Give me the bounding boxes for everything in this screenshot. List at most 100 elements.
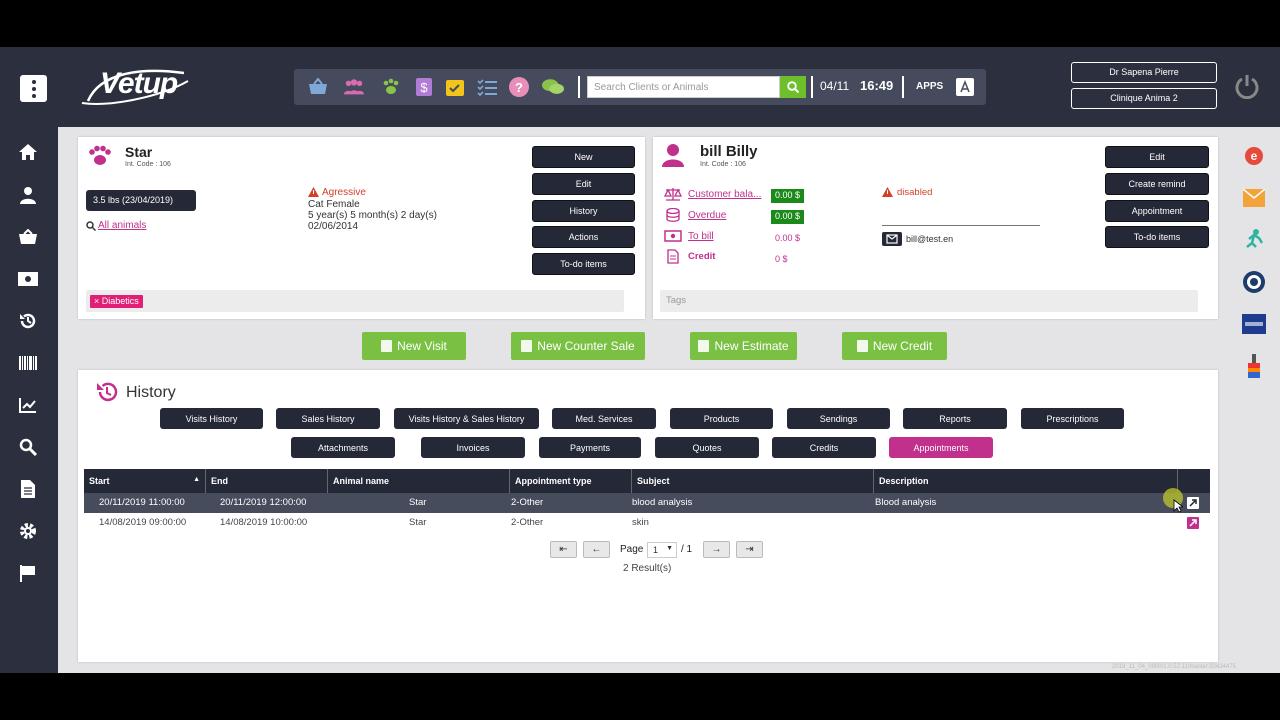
- flag-icon[interactable]: [18, 563, 38, 583]
- tab-quotes[interactable]: Quotes: [655, 437, 759, 458]
- apps-label[interactable]: APPS: [916, 81, 943, 92]
- calendar-icon[interactable]: [444, 76, 466, 98]
- tab-appointments[interactable]: Appointments: [889, 437, 993, 458]
- new-animal-button[interactable]: New: [532, 146, 635, 168]
- top-bar: Vetup $ ? Search Clients or Animals 04/1…: [0, 47, 1280, 127]
- first-page-icon[interactable]: ⇤: [550, 541, 577, 558]
- clinic-name-button[interactable]: Clinique Anima 2: [1071, 88, 1217, 109]
- client-tags-field[interactable]: Tags: [660, 290, 1198, 312]
- open-external-icon[interactable]: [1187, 517, 1199, 529]
- app-logo[interactable]: Vetup: [100, 67, 178, 101]
- tab-invoices[interactable]: Invoices: [421, 437, 525, 458]
- edit-client-button[interactable]: Edit: [1105, 146, 1209, 168]
- settings-icon[interactable]: [18, 521, 38, 541]
- circle-app-icon[interactable]: [1242, 270, 1266, 294]
- new-credit-button[interactable]: New Credit: [842, 332, 947, 360]
- animal-name[interactable]: Star: [125, 144, 152, 160]
- column-header-end[interactable]: End: [206, 469, 328, 493]
- clients-icon[interactable]: [343, 76, 365, 98]
- cash-icon: [856, 340, 868, 352]
- client-todo-button[interactable]: To-do items: [1105, 226, 1209, 248]
- prev-page-icon[interactable]: ←: [583, 541, 610, 558]
- column-header-animal-name[interactable]: Animal name: [328, 469, 510, 493]
- tab-payments[interactable]: Payments: [539, 437, 641, 458]
- tab-products[interactable]: Products: [670, 408, 773, 429]
- cash-icon[interactable]: [18, 269, 38, 289]
- tab-visits-and-sales-history[interactable]: Visits History & Sales History: [394, 408, 539, 429]
- document-icon[interactable]: [18, 479, 38, 499]
- tag-badge[interactable]: × Diabetics: [90, 295, 143, 308]
- appointment-button[interactable]: Appointment: [1105, 200, 1209, 222]
- svg-text:?: ?: [515, 80, 523, 95]
- tab-attachments[interactable]: Attachments: [291, 437, 395, 458]
- open-external-icon[interactable]: [1187, 497, 1199, 509]
- animal-todo-button[interactable]: To-do items: [532, 253, 635, 275]
- tab-sales-history[interactable]: Sales History: [276, 408, 380, 429]
- user-name-button[interactable]: Dr Sapena Pierre: [1071, 62, 1217, 83]
- client-email[interactable]: bill@test.en: [906, 234, 953, 244]
- cell-appointment-type: 2-Other: [511, 517, 544, 528]
- table-row[interactable]: 20/11/2019 11:00:00 20/11/2019 12:00:00 …: [84, 493, 1210, 513]
- paint-app-icon[interactable]: [1242, 354, 1266, 378]
- last-page-icon[interactable]: ⇥: [736, 541, 763, 558]
- tag-remove-icon[interactable]: ×: [94, 296, 102, 306]
- animal-history-button[interactable]: History: [532, 200, 635, 222]
- home-icon[interactable]: [18, 142, 38, 162]
- new-estimate-button[interactable]: New Estimate: [690, 332, 797, 360]
- animal-tags-field[interactable]: × Diabetics: [86, 290, 624, 312]
- mail-app-icon[interactable]: [1242, 186, 1266, 210]
- barcode-icon[interactable]: [18, 353, 38, 373]
- search-icon[interactable]: [18, 437, 38, 457]
- column-header-subject[interactable]: Subject: [632, 469, 874, 493]
- vetbase-app-icon[interactable]: [1242, 312, 1266, 336]
- vet-user-icon[interactable]: [18, 185, 38, 205]
- search-icon[interactable]: [780, 76, 806, 98]
- tab-sendings[interactable]: Sendings: [787, 408, 890, 429]
- checklist-icon[interactable]: [476, 76, 498, 98]
- table-row[interactable]: 14/08/2019 09:00:00 14/08/2019 10:00:00 …: [84, 513, 1210, 533]
- tab-prescriptions[interactable]: Prescriptions: [1021, 408, 1124, 429]
- next-page-icon[interactable]: →: [703, 541, 730, 558]
- column-header-appointment-type[interactable]: Appointment type: [510, 469, 632, 493]
- menu-icon[interactable]: [20, 75, 47, 102]
- animal-card: Star Int. Code : 106 3.5 lbs (23/04/2019…: [78, 137, 645, 319]
- animal-alert: Agressive: [322, 187, 366, 198]
- column-header-description[interactable]: Description: [874, 469, 1178, 493]
- credit-label: Credit: [688, 251, 716, 262]
- app-store-icon[interactable]: [954, 76, 976, 98]
- basket-icon[interactable]: [307, 76, 329, 98]
- runner-app-icon[interactable]: [1242, 228, 1266, 252]
- new-visit-button[interactable]: New Visit: [362, 332, 466, 360]
- tab-visits-history[interactable]: Visits History: [160, 408, 263, 429]
- new-counter-sale-button[interactable]: New Counter Sale: [511, 332, 645, 360]
- tab-med-services[interactable]: Med. Services: [552, 408, 656, 429]
- overdue-link[interactable]: Overdue: [688, 210, 726, 221]
- search-input[interactable]: Search Clients or Animals: [587, 76, 780, 98]
- result-count: 2 Result(s): [623, 563, 672, 574]
- page-select[interactable]: 1 ▼: [647, 542, 677, 558]
- basket-icon[interactable]: [18, 227, 38, 247]
- customer-balance-link[interactable]: Customer bala...: [688, 189, 761, 200]
- help-icon[interactable]: ?: [508, 76, 530, 98]
- all-animals-link[interactable]: All animals: [98, 220, 146, 231]
- animal-actions-button[interactable]: Actions: [532, 226, 635, 248]
- column-header-start[interactable]: Start ▲: [84, 469, 206, 493]
- dollar-icon[interactable]: $: [413, 76, 435, 98]
- edit-animal-button[interactable]: Edit: [532, 173, 635, 195]
- e-app-icon[interactable]: e: [1242, 144, 1266, 168]
- warning-icon: [882, 187, 893, 197]
- to-bill-link[interactable]: To bill: [688, 231, 714, 242]
- power-icon[interactable]: [1234, 73, 1260, 99]
- weight-badge[interactable]: 3.5 lbs (23/04/2019): [86, 190, 196, 211]
- chart-icon[interactable]: [18, 395, 38, 415]
- create-remind-button[interactable]: Create remind: [1105, 173, 1209, 195]
- tab-reports[interactable]: Reports: [903, 408, 1007, 429]
- cell-animal-name: Star: [409, 517, 427, 528]
- history-title: History: [126, 384, 176, 401]
- tab-credits[interactable]: Credits: [772, 437, 876, 458]
- history-icon[interactable]: [18, 311, 38, 331]
- paw-icon[interactable]: [380, 76, 402, 98]
- client-name[interactable]: bill Billy: [700, 143, 758, 160]
- client-int-code: Int. Code : 106: [700, 161, 746, 168]
- chat-icon[interactable]: [542, 76, 564, 98]
